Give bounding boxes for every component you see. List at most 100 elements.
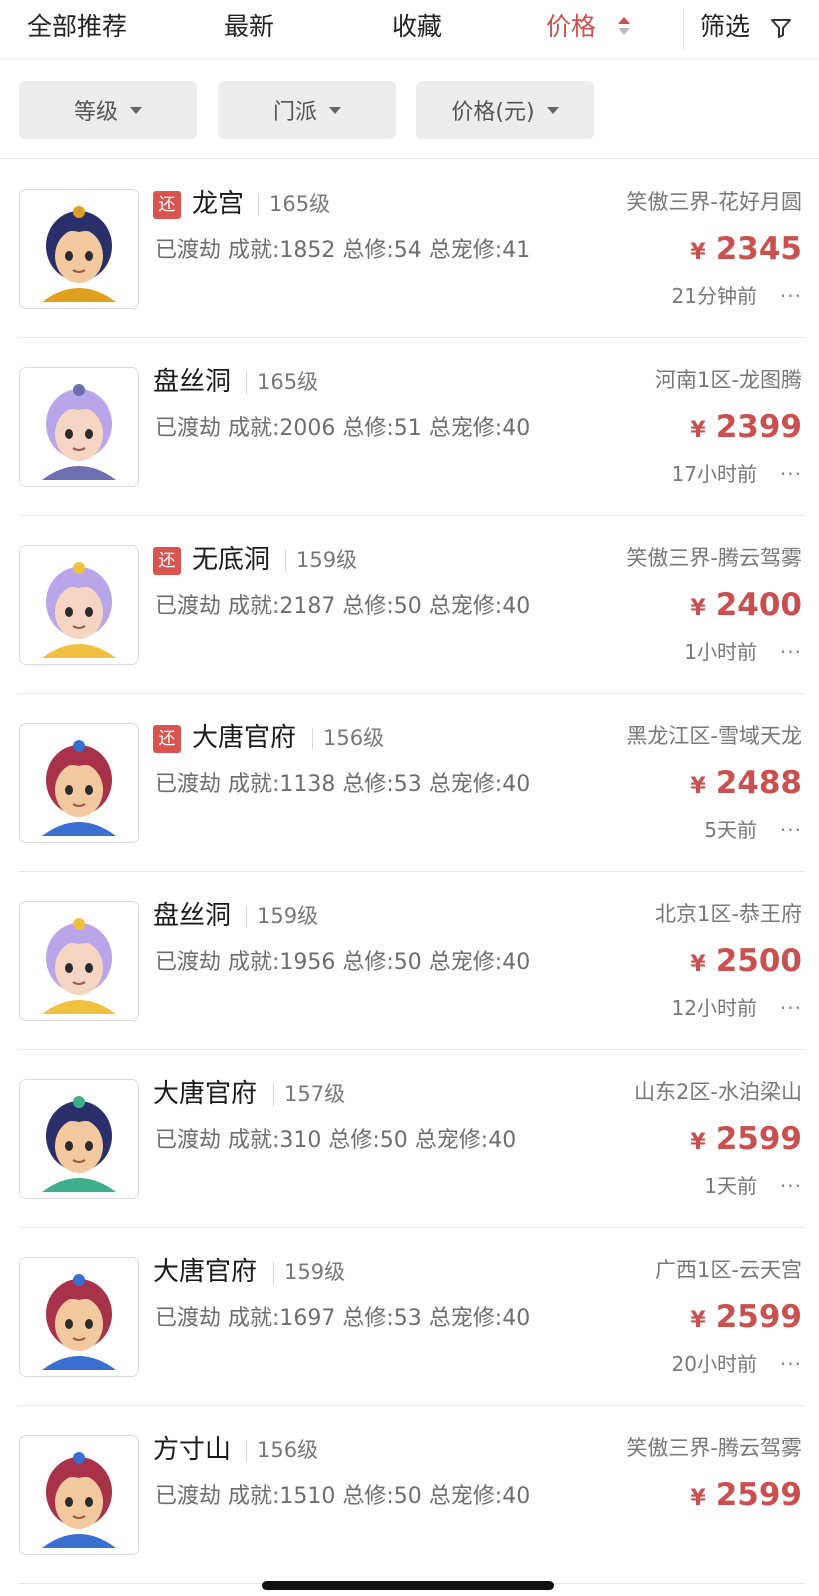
price-value: 2500 [715, 943, 802, 979]
character-portrait-icon [20, 368, 138, 486]
server-name: 北京1区-恭王府 [655, 902, 802, 926]
listing-row[interactable]: 大唐官府 157级 已渡劫 成就:310 总修:50 总宠修:40 山东2区-水泊梁山… [0, 1048, 819, 1228]
level-divider [273, 1084, 274, 1106]
character-summary: 已渡劫 成就:1956 总修:50 总宠修:40 [155, 950, 531, 975]
level-divider [273, 1262, 274, 1284]
server-name: 山东2区-水泊梁山 [634, 1080, 802, 1104]
listing-row[interactable]: 还龙宫 165级已渡劫 成就:1852 总修:54 总宠修:41 笑傲三界-花好月圆… [0, 158, 819, 338]
character-avatar [19, 723, 139, 843]
currency-symbol: ¥ [690, 1130, 706, 1155]
currency-symbol: ¥ [690, 952, 706, 977]
server-name: 广西1区-云天宫 [655, 1258, 802, 1282]
server-name: 笑傲三界-花好月圆 [626, 190, 802, 214]
currency-symbol: ¥ [690, 1308, 706, 1333]
returned-badge: 还 [153, 191, 181, 219]
character-avatar [19, 367, 139, 487]
more-options-icon[interactable]: ··· [780, 1171, 802, 1201]
tab-latest[interactable]: 最新 [224, 0, 274, 58]
currency-symbol: ¥ [690, 596, 706, 621]
listing-price: ¥2599 [690, 1473, 802, 1521]
currency-symbol: ¥ [690, 240, 706, 265]
character-avatar [19, 1435, 139, 1555]
level-divider [246, 372, 247, 394]
listing-row[interactable]: 盘丝洞 159级已渡劫 成就:1956 总修:50 总宠修:40 北京1区-恭王府 ¥… [0, 870, 819, 1050]
level-divider [285, 550, 286, 572]
server-name: 笑傲三界-腾云驾雾 [626, 546, 802, 570]
sort-arrows-icon[interactable] [618, 17, 630, 39]
more-options-icon[interactable]: ··· [780, 993, 802, 1023]
level-divider [258, 194, 259, 216]
character-summary: 已渡劫 成就:1138 总修:53 总宠修:40 [155, 772, 531, 797]
currency-symbol: ¥ [690, 1486, 706, 1511]
more-options-icon[interactable]: ··· [780, 459, 802, 489]
price-filter-label: 价格(元) [451, 100, 535, 125]
school-filter-dropdown[interactable]: 门派 [218, 81, 396, 139]
more-options-icon[interactable]: ··· [780, 637, 802, 667]
character-avatar [19, 1079, 139, 1199]
currency-symbol: ¥ [690, 418, 706, 443]
price-value: 2400 [715, 587, 802, 623]
filter-chip-bar: 等级 门派 价格(元) [0, 60, 819, 159]
character-summary: 已渡劫 成就:310 总修:50 总宠修:40 [155, 1128, 517, 1153]
more-options-icon[interactable]: ··· [780, 281, 802, 311]
character-level: 159级 [257, 904, 319, 928]
listing-price: ¥2599 [690, 1295, 802, 1343]
price-filter-dropdown[interactable]: 价格(元) [416, 81, 594, 139]
currency-symbol: ¥ [690, 774, 706, 799]
listing-price: ¥2399 [690, 405, 802, 453]
listing-row[interactable]: 还大唐官府 156级 已渡劫 成就:1138 总修:53 总宠修:40 黑龙江区-雪域… [0, 692, 819, 872]
more-options-icon[interactable]: ··· [780, 815, 802, 845]
character-summary: 已渡劫 成就:1697 总修:53 总宠修:40 [155, 1306, 531, 1331]
tab-all-recommended[interactable]: 全部推荐 [27, 0, 127, 58]
listed-time: 1天前 [704, 1174, 757, 1198]
more-options-icon[interactable]: ··· [780, 1349, 802, 1379]
level-divider [312, 728, 313, 750]
level-filter-dropdown[interactable]: 等级 [19, 81, 197, 139]
caret-down-icon [546, 106, 559, 114]
character-level: 159级 [284, 1260, 346, 1284]
listing-row[interactable]: 还无底洞 159级 已渡劫 成就:2187 总修:50 总宠修:40 笑傲三界-腾云驾… [0, 514, 819, 694]
price-value: 2599 [715, 1477, 802, 1513]
school-name: 盘丝洞 [153, 901, 232, 931]
price-value: 2599 [715, 1299, 802, 1335]
school-name: 大唐官府 [153, 1079, 258, 1109]
caret-down-icon [329, 106, 341, 114]
filter-button[interactable]: 筛选 [700, 0, 750, 58]
tab-price[interactable]: 价格 [546, 0, 596, 58]
character-portrait-icon [20, 1080, 138, 1198]
returned-badge: 还 [153, 725, 181, 753]
character-avatar [19, 545, 139, 665]
character-summary: 已渡劫 成就:1852 总修:54 总宠修:41 [155, 238, 531, 263]
home-indicator [262, 1581, 554, 1590]
listing-price: ¥2488 [690, 761, 802, 809]
level-divider [246, 1440, 247, 1462]
funnel-icon[interactable] [770, 17, 792, 39]
listing-price: ¥2345 [690, 227, 802, 275]
character-summary: 已渡劫 成就:2187 总修:50 总宠修:40 [155, 594, 531, 619]
school-name: 盘丝洞 [153, 367, 232, 397]
listing-row[interactable]: 盘丝洞 165级 已渡劫 成就:2006 总修:51 总宠修:40 河南1区-龙图腾 ¥… [0, 336, 819, 516]
listing-price: ¥2500 [690, 939, 802, 987]
listed-time: 20小时前 [671, 1352, 757, 1376]
listing-row[interactable]: 大唐官府 159级 已渡劫 成就:1697 总修:53 总宠修:40 广西1区-云天宫… [0, 1226, 819, 1406]
character-level: 156级 [257, 1438, 319, 1462]
server-name: 河南1区-龙图腾 [655, 368, 802, 392]
tab-favorites[interactable]: 收藏 [392, 0, 442, 58]
listing-row[interactable]: 方寸山 156级 已渡劫 成就:1510 总修:50 总宠修:40 笑傲三界-腾云驾雾… [0, 1404, 819, 1584]
listed-time: 1小时前 [684, 640, 757, 664]
server-name: 笑傲三界-腾云驾雾 [626, 1436, 802, 1460]
caret-down-icon [130, 106, 142, 114]
character-portrait-icon [20, 902, 138, 1020]
character-level: 159级 [296, 548, 358, 572]
school-filter-label: 门派 [272, 100, 317, 125]
listed-time: 5天前 [704, 818, 757, 842]
listing-price: ¥2599 [690, 1117, 802, 1165]
returned-badge: 还 [153, 547, 181, 575]
school-name: 大唐官府 [192, 723, 297, 753]
school-name: 龙宫 [192, 189, 245, 219]
character-level: 165级 [269, 192, 331, 216]
level-filter-label: 等级 [73, 100, 118, 125]
price-value: 2399 [715, 409, 802, 445]
listed-time: 12小时前 [671, 996, 757, 1020]
character-portrait-icon [20, 190, 138, 308]
